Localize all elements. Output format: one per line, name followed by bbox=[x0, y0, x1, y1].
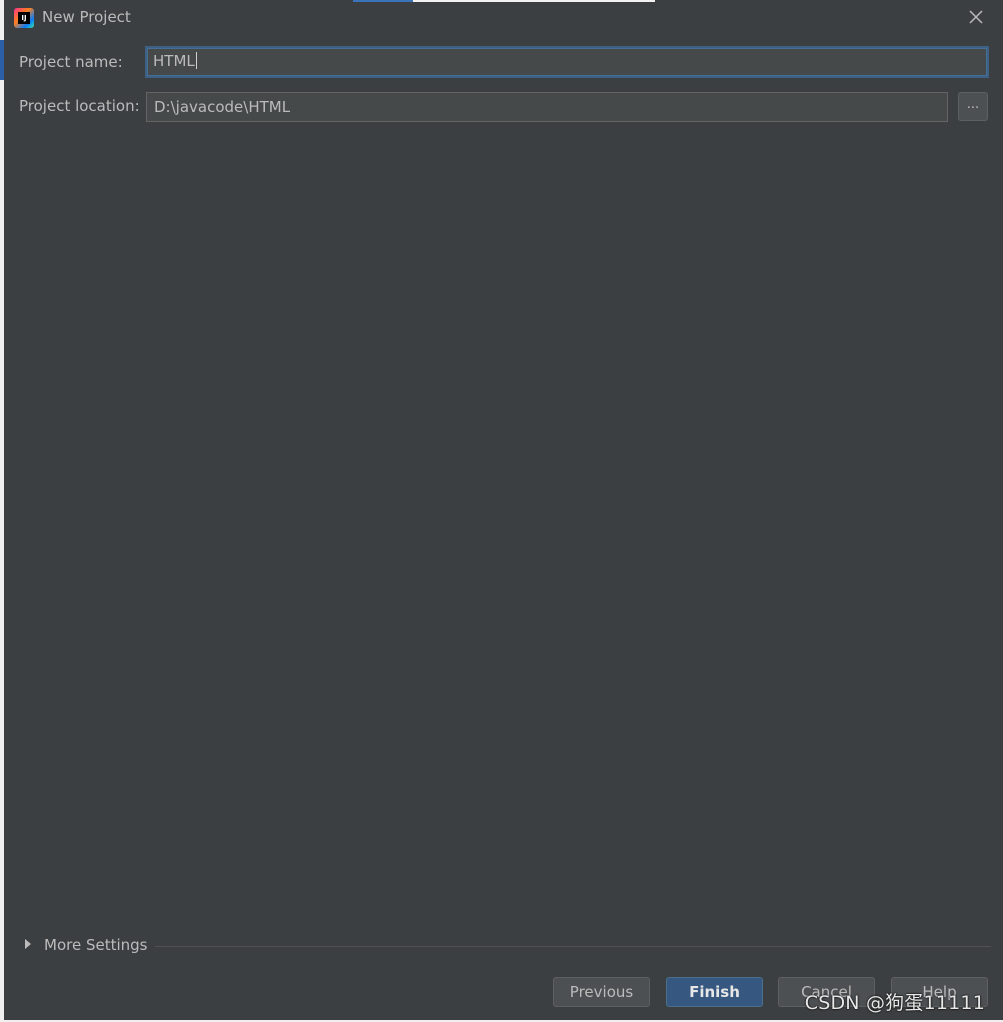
close-icon[interactable] bbox=[965, 6, 987, 28]
app-icon-text: IJ bbox=[18, 12, 30, 24]
window-edge-left bbox=[0, 0, 4, 1022]
finish-button[interactable]: Finish bbox=[666, 977, 763, 1007]
triangle-right-icon bbox=[25, 939, 31, 949]
separator bbox=[155, 946, 991, 947]
project-name-label: Project name: bbox=[19, 53, 123, 71]
project-location-input[interactable]: D:\javacode\HTML bbox=[146, 92, 948, 122]
project-location-value: D:\javacode\HTML bbox=[154, 98, 291, 116]
dialog-titlebar: IJ New Project bbox=[4, 0, 1003, 36]
project-location-label: Project location: bbox=[19, 97, 140, 115]
browse-button[interactable]: ... bbox=[958, 92, 988, 121]
dialog-title: New Project bbox=[42, 8, 131, 26]
more-settings-toggle[interactable]: More Settings bbox=[22, 934, 992, 958]
previous-button[interactable]: Previous bbox=[553, 977, 650, 1007]
watermark: CSDN @狗蛋11111 bbox=[804, 992, 985, 1014]
project-name-value: HTML bbox=[153, 52, 195, 70]
more-settings-label: More Settings bbox=[44, 936, 148, 954]
text-caret bbox=[195, 52, 197, 69]
project-name-input[interactable]: HTML bbox=[145, 46, 989, 78]
window-edge-accent bbox=[0, 40, 4, 80]
intellij-idea-icon: IJ bbox=[14, 8, 34, 28]
